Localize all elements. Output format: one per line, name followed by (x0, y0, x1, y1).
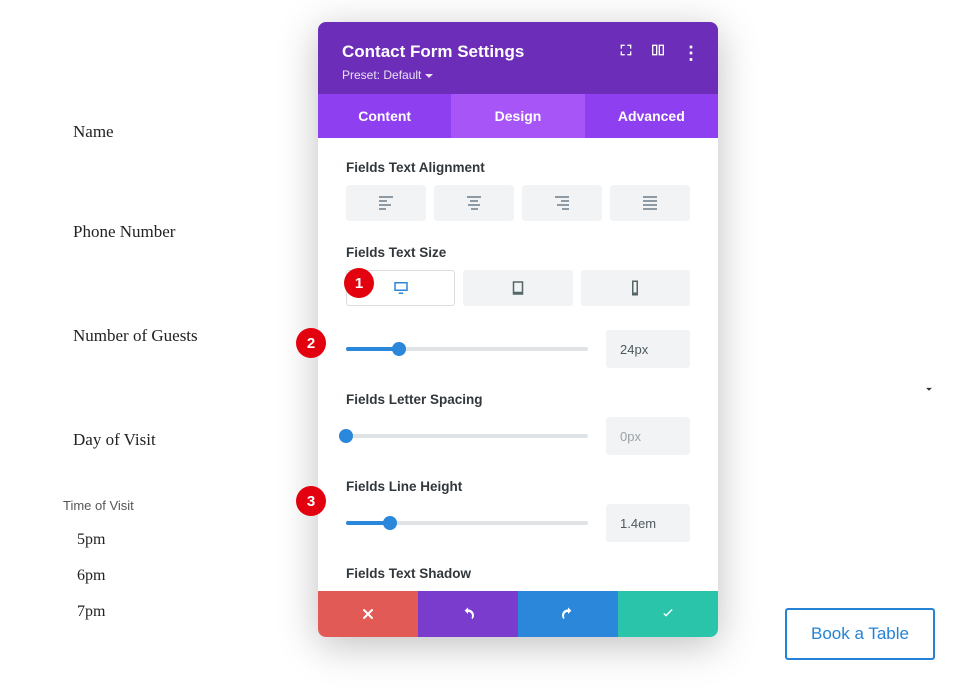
kebab-menu-icon[interactable]: ⋮ (682, 44, 700, 62)
annotation-badge-2: 2 (296, 328, 326, 358)
label-text-size: Fields Text Size (346, 245, 690, 260)
annotation-badge-3: 3 (296, 486, 326, 516)
spacing-slider[interactable] (346, 434, 588, 438)
annotation-badge-1: 1 (344, 268, 374, 298)
label-letter-spacing: Fields Letter Spacing (346, 392, 690, 407)
lineheight-slider-row: 1.4em (346, 504, 690, 542)
device-row (346, 270, 690, 306)
device-phone-button[interactable] (581, 270, 690, 306)
alignment-row (346, 185, 690, 221)
radio-group-title: Time of Visit (55, 498, 305, 513)
tab-design[interactable]: Design (451, 94, 584, 138)
spacing-slider-row: 0px (346, 417, 690, 455)
field-phone[interactable]: Phone Number (55, 210, 305, 254)
book-table-button[interactable]: Book a Table (785, 608, 935, 660)
field-name[interactable]: Name (55, 110, 305, 154)
tab-content[interactable]: Content (318, 94, 451, 138)
cancel-button[interactable] (318, 591, 418, 637)
radio-5pm[interactable]: 5pm (55, 531, 305, 549)
align-right-button[interactable] (522, 185, 602, 221)
preset-label: Preset: Default (342, 68, 421, 82)
size-slider-row: 24px (346, 330, 690, 368)
device-tablet-button[interactable] (463, 270, 572, 306)
spacing-value[interactable]: 0px (606, 417, 690, 455)
form-fields-preview: Name Phone Number Number of Guests Day o… (55, 110, 305, 639)
field-guests[interactable]: Number of Guests (55, 314, 305, 358)
chevron-down-icon[interactable] (922, 382, 936, 396)
label-line-height: Fields Line Height (346, 479, 690, 494)
label-alignment: Fields Text Alignment (346, 160, 690, 175)
size-slider[interactable] (346, 347, 588, 351)
redo-button[interactable] (518, 591, 618, 637)
field-day[interactable]: Day of Visit (55, 418, 305, 462)
label-text-shadow: Fields Text Shadow (346, 566, 690, 581)
align-justify-button[interactable] (610, 185, 690, 221)
align-left-button[interactable] (346, 185, 426, 221)
lineheight-value[interactable]: 1.4em (606, 504, 690, 542)
radio-7pm[interactable]: 7pm (55, 603, 305, 621)
columns-icon[interactable] (650, 42, 666, 63)
size-value[interactable]: 24px (606, 330, 690, 368)
panel-body: Fields Text Alignment Fields Text Size 2… (318, 138, 718, 591)
tabs: Content Design Advanced (318, 94, 718, 138)
tab-advanced[interactable]: Advanced (585, 94, 718, 138)
radio-6pm[interactable]: 6pm (55, 567, 305, 585)
preset-dropdown[interactable]: Preset: Default (342, 68, 694, 82)
expand-icon[interactable] (618, 42, 634, 63)
panel-footer (318, 591, 718, 637)
save-button[interactable] (618, 591, 718, 637)
settings-panel: Contact Form Settings Preset: Default ⋮ … (318, 22, 718, 637)
panel-header: Contact Form Settings Preset: Default ⋮ (318, 22, 718, 94)
align-center-button[interactable] (434, 185, 514, 221)
lineheight-slider[interactable] (346, 521, 588, 525)
undo-button[interactable] (418, 591, 518, 637)
